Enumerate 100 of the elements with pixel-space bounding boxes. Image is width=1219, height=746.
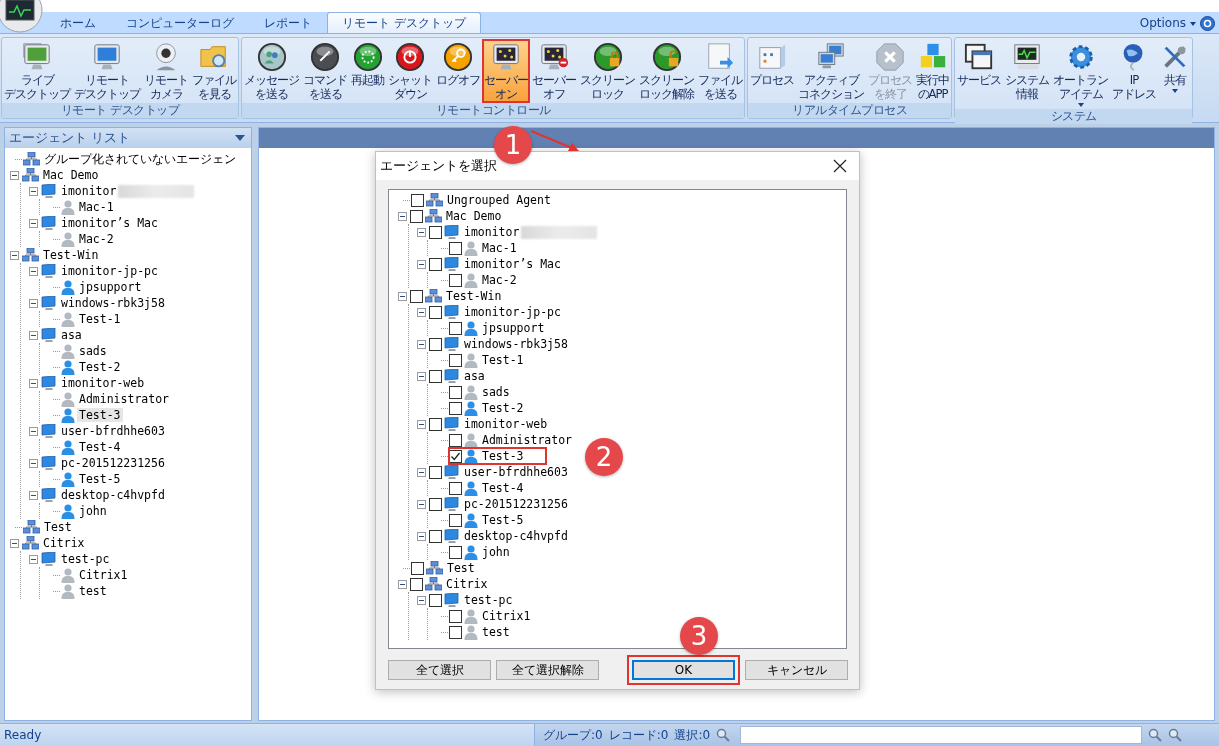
- tree-label[interactable]: Test-4: [77, 440, 123, 454]
- checkbox[interactable]: [449, 513, 462, 527]
- checkbox[interactable]: [410, 209, 423, 223]
- tree-label[interactable]: windows-rbk3j58: [59, 296, 167, 310]
- checkbox[interactable]: [449, 545, 462, 559]
- tree-label[interactable]: test-pc: [462, 593, 515, 607]
- tree-label[interactable]: Test-1: [77, 312, 123, 326]
- ribbon-button[interactable]: IP アドレス: [1110, 39, 1158, 109]
- collapse-toggle[interactable]: [417, 531, 426, 541]
- tree-label[interactable]: imonitor: [462, 225, 522, 239]
- checkbox[interactable]: [429, 593, 442, 607]
- ribbon-button[interactable]: スクリーン ロック: [578, 39, 637, 103]
- tree-label[interactable]: asa: [462, 369, 487, 383]
- checkbox[interactable]: [429, 417, 442, 431]
- collapse-toggle[interactable]: [29, 554, 38, 564]
- tree-label[interactable]: imonitor-jp-pc: [462, 305, 563, 319]
- ribbon-button[interactable]: リモート デスクトップ: [72, 39, 142, 103]
- checkbox[interactable]: [449, 609, 462, 623]
- tree-label[interactable]: Citrix: [444, 577, 490, 591]
- tree-label[interactable]: Citrix1: [77, 568, 130, 582]
- tree-label[interactable]: Administrator: [77, 392, 171, 406]
- tree-label[interactable]: グループ化されていないエージェン: [42, 151, 238, 167]
- ribbon-tab[interactable]: リモート デスクトップ: [327, 12, 481, 33]
- checkbox[interactable]: [449, 385, 462, 399]
- collapse-toggle[interactable]: [29, 490, 38, 500]
- tree-label[interactable]: john: [77, 504, 109, 518]
- tree-label[interactable]: john: [480, 545, 512, 559]
- tree-label[interactable]: desktop-c4hvpfd: [462, 529, 570, 543]
- ribbon-button[interactable]: 共有: [1158, 39, 1192, 109]
- collapse-toggle[interactable]: [417, 595, 426, 605]
- tree-label[interactable]: user-bfrdhhe603: [59, 424, 167, 438]
- ribbon-button[interactable]: 再起動: [349, 39, 386, 103]
- ribbon-button[interactable]: セーバー オフ: [530, 39, 578, 103]
- checkbox[interactable]: [449, 401, 462, 415]
- checkbox[interactable]: [429, 337, 442, 351]
- tree-label[interactable]: test: [77, 584, 109, 598]
- checkbox[interactable]: [429, 529, 442, 543]
- checkbox[interactable]: [449, 241, 462, 255]
- tree-label[interactable]: Test-Win: [41, 248, 101, 262]
- collapse-toggle[interactable]: [10, 538, 19, 548]
- tree-label[interactable]: imonitor-jp-pc: [59, 264, 160, 278]
- tree-label[interactable]: test: [480, 625, 512, 639]
- collapse-toggle[interactable]: [417, 339, 426, 349]
- collapse-toggle[interactable]: [398, 579, 407, 589]
- ribbon-button[interactable]: プロセス: [748, 39, 796, 103]
- checkbox[interactable]: [410, 577, 423, 591]
- tree-label[interactable]: test-pc: [59, 552, 112, 566]
- dialog-button[interactable]: キャンセル: [745, 660, 848, 680]
- checkbox[interactable]: [449, 273, 462, 287]
- tree-label[interactable]: Mac Demo: [41, 168, 101, 182]
- ribbon-button[interactable]: ライブ デスクトップ: [2, 39, 72, 103]
- checkbox[interactable]: [449, 481, 462, 495]
- collapse-toggle[interactable]: [29, 186, 38, 196]
- checkbox[interactable]: [429, 305, 442, 319]
- checkbox[interactable]: [449, 449, 462, 463]
- ribbon-tab[interactable]: レポート: [249, 12, 327, 33]
- tree-label[interactable]: jpsupport: [480, 321, 547, 335]
- tree-label[interactable]: Test-1: [480, 353, 526, 367]
- dialog-button[interactable]: OK: [632, 660, 735, 680]
- tree-label[interactable]: Mac-1: [77, 200, 116, 214]
- checkbox[interactable]: [429, 497, 442, 511]
- ribbon-button[interactable]: システム 情報: [1003, 39, 1051, 109]
- collapse-toggle[interactable]: [29, 458, 38, 468]
- ribbon-tab[interactable]: コンピューターログ: [111, 12, 249, 33]
- tree-label[interactable]: Mac-1: [480, 241, 519, 255]
- checkbox[interactable]: [429, 257, 442, 271]
- collapse-toggle[interactable]: [417, 419, 426, 429]
- tree-label[interactable]: Test: [42, 520, 74, 534]
- checkbox[interactable]: [411, 561, 424, 575]
- dropdown-icon[interactable]: [235, 135, 245, 141]
- search-icon[interactable]: [716, 728, 731, 742]
- zoom-in-icon[interactable]: [1168, 728, 1183, 742]
- tree-label[interactable]: Test-3: [77, 408, 123, 422]
- checkbox[interactable]: [410, 289, 423, 303]
- tree-label[interactable]: sads: [480, 385, 512, 399]
- checkbox[interactable]: [449, 353, 462, 367]
- collapse-toggle[interactable]: [29, 426, 38, 436]
- tree-label[interactable]: asa: [59, 328, 84, 342]
- collapse-toggle[interactable]: [10, 170, 19, 180]
- collapse-toggle[interactable]: [417, 259, 426, 269]
- tree-label[interactable]: Test-2: [480, 401, 526, 415]
- collapse-toggle[interactable]: [10, 250, 19, 260]
- checkbox[interactable]: [429, 369, 442, 383]
- tree-label[interactable]: windows-rbk3j58: [462, 337, 570, 351]
- ribbon-button[interactable]: シャット ダウン: [386, 39, 434, 103]
- checkbox[interactable]: [429, 225, 442, 239]
- tree-label[interactable]: pc-201512231256: [59, 456, 167, 470]
- tree-label[interactable]: Test-5: [77, 472, 123, 486]
- tree-label[interactable]: Test: [445, 561, 477, 575]
- tree-label[interactable]: Test-4: [480, 481, 526, 495]
- tree-label[interactable]: Test-5: [480, 513, 526, 527]
- collapse-toggle[interactable]: [29, 266, 38, 276]
- collapse-toggle[interactable]: [29, 330, 38, 340]
- tree-label[interactable]: pc-201512231256: [462, 497, 570, 511]
- collapse-toggle[interactable]: [398, 211, 407, 221]
- ribbon-button[interactable]: スクリーン ロック解除: [637, 39, 696, 103]
- tree-label[interactable]: Mac-2: [77, 232, 116, 246]
- tree-label[interactable]: imonitor-web: [462, 417, 550, 431]
- tree-label[interactable]: Test-Win: [444, 289, 504, 303]
- tree-label[interactable]: jpsupport: [77, 280, 144, 294]
